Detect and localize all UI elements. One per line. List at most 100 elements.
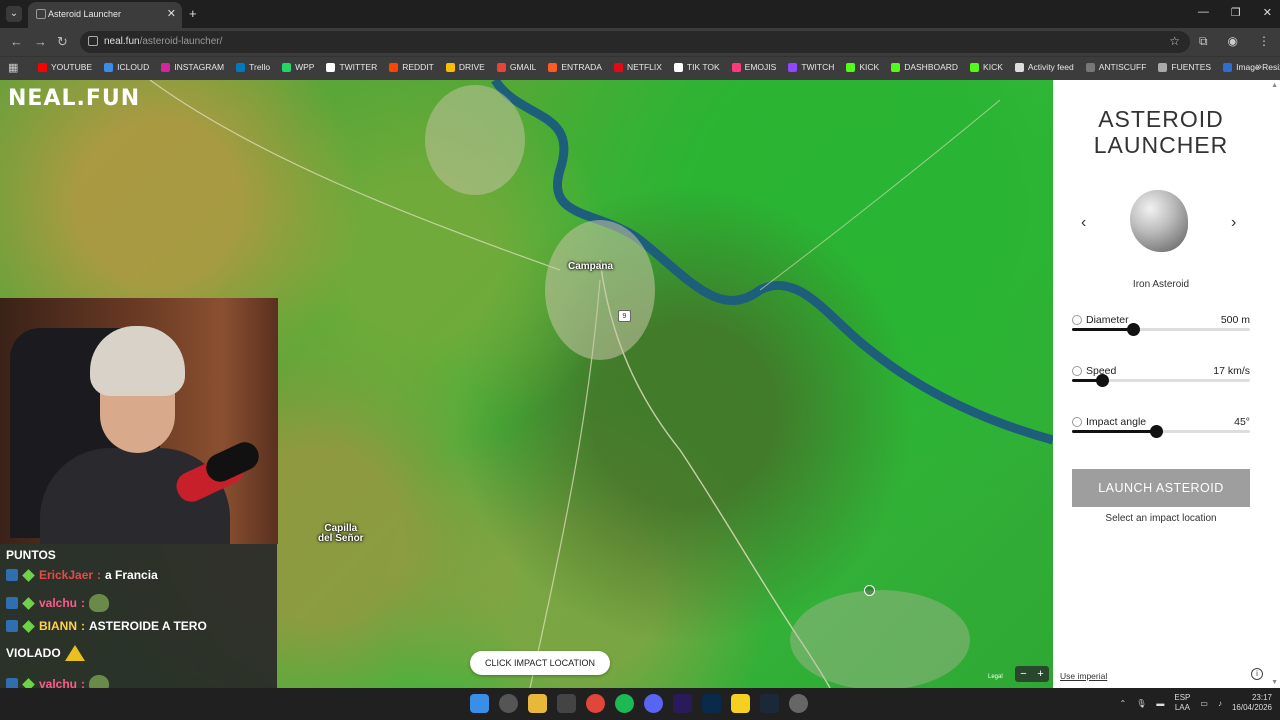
bookmark-item[interactable]: FUENTES — [1158, 62, 1211, 72]
slider-track[interactable] — [1072, 374, 1250, 387]
chat-username[interactable]: ErickJaer — [39, 568, 93, 582]
bookmark-favicon-icon — [1085, 62, 1095, 72]
launch-asteroid-button[interactable]: LAUNCH ASTEROID — [1072, 469, 1250, 507]
bookmark-favicon-icon — [496, 62, 506, 72]
tray-overflow-icon[interactable]: ⌃ — [1120, 699, 1127, 708]
app-icon[interactable] — [557, 694, 576, 713]
use-imperial-link[interactable]: Use imperial — [1060, 671, 1107, 681]
bookmark-item[interactable]: YOUTUBE — [38, 62, 92, 72]
app-icon[interactable] — [789, 694, 808, 713]
bookmark-favicon-icon — [445, 62, 455, 72]
bookmark-item[interactable]: Trello — [236, 62, 270, 72]
bookmark-item[interactable]: KICK — [970, 62, 1003, 72]
bookmark-item[interactable]: NETFLIX — [613, 62, 662, 72]
steam-icon[interactable] — [760, 694, 779, 713]
bookmark-label: Activity feed — [1027, 62, 1074, 72]
chat-message: ErickJaer: a Francia — [6, 568, 158, 582]
chat-username[interactable]: BIANN — [39, 619, 77, 633]
start-menu-icon[interactable] — [470, 694, 489, 713]
sticky-notes-icon[interactable] — [731, 694, 750, 713]
site-info-icon[interactable] — [88, 36, 98, 46]
discord-icon[interactable] — [644, 694, 663, 713]
bookmark-item[interactable]: EMOJIS — [731, 62, 776, 72]
bookmark-item[interactable]: WPP — [282, 62, 314, 72]
param-icon — [1072, 417, 1082, 427]
scroll-up-arrow[interactable]: ▲ — [1271, 82, 1278, 89]
reload-button[interactable]: ↻ — [57, 34, 68, 50]
slider-track[interactable] — [1072, 323, 1250, 336]
slider-knob[interactable] — [1126, 323, 1140, 336]
bookmark-label: NETFLIX — [626, 62, 662, 72]
bookmarks-overflow-icon[interactable]: » — [1256, 61, 1262, 73]
volume-icon[interactable]: ♪ — [1218, 699, 1222, 708]
bookmark-favicon-icon — [236, 62, 246, 72]
url-bar[interactable]: neal.fun/asteroid-launcher/ ☆ — [80, 31, 1190, 53]
bookmark-item[interactable]: DRIVE — [445, 62, 485, 72]
tab-asteroid-launcher[interactable]: Asteroid Launcher ✕ — [28, 2, 182, 28]
window-controls: — ❐ ✕ — [1198, 6, 1272, 19]
bookmark-item[interactable]: REDDIT — [389, 62, 434, 72]
bookmark-favicon-icon — [1014, 62, 1024, 72]
bookmark-item[interactable]: GMAIL — [496, 62, 536, 72]
neal-fun-logo[interactable]: NEAL.FUN — [8, 86, 140, 111]
bookmark-favicon-icon — [970, 62, 980, 72]
microphone-tray-icon[interactable]: 🎙 — [1136, 699, 1146, 708]
bookmark-item[interactable]: KICK — [846, 62, 879, 72]
chat-username[interactable]: valchu — [39, 596, 77, 610]
map-legal-link[interactable]: Legal — [988, 674, 1003, 680]
param-value: 500 m — [1220, 314, 1250, 326]
slider-knob[interactable] — [1096, 374, 1110, 387]
flag-icon[interactable]: ▬ — [1156, 699, 1164, 708]
apps-grid-icon[interactable]: ▦ — [8, 62, 20, 74]
extensions-icon[interactable]: ⧉ — [1199, 34, 1208, 49]
language-indicator[interactable]: ESP LAA — [1174, 693, 1190, 713]
clock[interactable]: 23:17 16/04/2026 — [1232, 693, 1272, 713]
bookmark-favicon-icon — [1158, 62, 1168, 72]
bookmark-label: ICLOUD — [117, 62, 150, 72]
back-button[interactable]: ← — [10, 34, 23, 49]
bookmark-favicon-icon — [282, 62, 292, 72]
previous-asteroid-button[interactable]: ‹ — [1081, 214, 1086, 232]
bookmark-item[interactable]: INSTAGRAM — [161, 62, 224, 72]
next-asteroid-button[interactable]: › — [1231, 214, 1236, 232]
new-tab-button[interactable]: + — [189, 6, 197, 21]
bookmark-item[interactable]: Activity feed — [1014, 62, 1074, 72]
bookmark-item[interactable]: ANTISCUFF — [1085, 62, 1146, 72]
bookmark-item[interactable]: TIK TOK — [673, 62, 720, 72]
bookmark-item[interactable]: TWITCH — [788, 62, 834, 72]
slider-track[interactable] — [1072, 425, 1250, 438]
bookmark-item[interactable]: ICLOUD — [104, 62, 149, 72]
tab-close-icon[interactable]: ✕ — [167, 7, 176, 20]
scroll-down-arrow[interactable]: ▼ — [1271, 679, 1278, 686]
bookmark-item[interactable]: Image Resizer | Resi... — [1223, 62, 1280, 72]
bookmark-favicon-icon — [38, 62, 47, 72]
bookmark-item[interactable]: ENTRADA — [548, 62, 602, 72]
profile-icon[interactable]: ◉ — [1228, 34, 1238, 49]
click-impact-location-button[interactable]: CLICK IMPACT LOCATION — [470, 651, 610, 675]
bookmark-item[interactable]: TWITTER — [326, 62, 377, 72]
file-explorer-icon[interactable] — [528, 694, 547, 713]
param-value: 45° — [1234, 416, 1250, 428]
forward-button[interactable]: → — [34, 34, 47, 49]
zoom-out-button[interactable]: − — [1020, 666, 1026, 682]
app-icon[interactable] — [499, 694, 518, 713]
lang-line2: LAA — [1174, 703, 1190, 712]
spotify-icon[interactable] — [615, 694, 634, 713]
network-icon[interactable]: ▭ — [1200, 699, 1208, 708]
slider-knob[interactable] — [1149, 425, 1163, 438]
panel-title: ASTEROID LAUNCHER — [1053, 106, 1269, 158]
premiere-icon[interactable] — [673, 694, 692, 713]
diamond-badge-icon — [22, 596, 35, 610]
minimize-button[interactable]: — — [1198, 6, 1209, 19]
chrome-icon[interactable] — [586, 694, 605, 713]
photoshop-icon[interactable] — [702, 694, 721, 713]
bookmark-star-icon[interactable]: ☆ — [1169, 34, 1180, 48]
tab-search-menu-button[interactable]: ⌄ — [6, 6, 22, 22]
more-menu-icon[interactable]: ⋮ — [1258, 34, 1270, 49]
zoom-in-button[interactable]: + — [1037, 666, 1043, 682]
info-icon[interactable]: i — [1251, 668, 1263, 680]
close-window-button[interactable]: ✕ — [1263, 6, 1272, 19]
bookmark-label: KICK — [983, 62, 1003, 72]
bookmark-item[interactable]: DASHBOARD — [891, 62, 958, 72]
restore-button[interactable]: ❐ — [1231, 6, 1241, 19]
